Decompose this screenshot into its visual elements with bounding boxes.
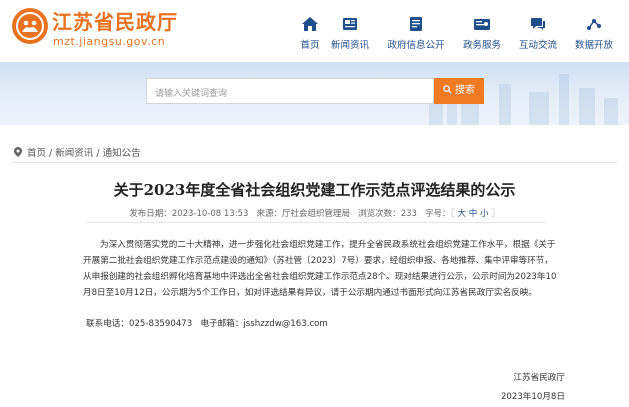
publish-date: 2023-10-08 13:53: [171, 209, 249, 219]
article-body: 为深入贯彻落实党的二十大精神，进一步强化社会组织党建工作，提升全省民政系统社会组…: [83, 237, 560, 301]
view-count: 233: [400, 209, 417, 219]
search-icon: [443, 85, 452, 94]
search-button-label: 搜索: [455, 85, 475, 96]
font-size-label: 字号：: [425, 209, 451, 219]
chat-icon: [529, 16, 547, 32]
info-icon: [407, 16, 425, 32]
article-title: 关于2023年度全省社会组织党建工作示范点评选结果的公示: [113, 181, 516, 199]
site-title[interactable]: 江苏省民政厅: [52, 6, 178, 35]
breadcrumb-separator: /: [49, 148, 53, 159]
contact-phone: 025-83590473: [128, 319, 193, 329]
nav-label: 数据开放: [574, 40, 613, 51]
nav-item-service[interactable]: 政务服务: [454, 16, 510, 51]
signature-org: 江苏省民政厅: [513, 373, 565, 383]
data-icon: [585, 16, 603, 32]
views-label: 浏览次数：: [358, 209, 401, 219]
signature-date: 2023年10月8日: [500, 392, 565, 402]
font-bracket-open: 〖: [450, 209, 455, 219]
nav-label: 首页: [300, 40, 320, 51]
nav-item-news[interactable]: 新闻资讯: [322, 16, 378, 51]
home-icon: [301, 16, 319, 32]
article-paragraph: 为深入贯彻落实党的二十大精神，进一步强化社会组织党建工作，提升全省民政系统社会组…: [83, 240, 557, 298]
article-source: 厅社会组织管理局: [282, 209, 351, 219]
divider: [12, 162, 617, 163]
breadcrumb-home[interactable]: 首页: [27, 148, 46, 159]
source-label: 来源：: [256, 209, 283, 219]
news-icon: [341, 16, 359, 32]
breadcrumb-separator: /: [96, 148, 100, 159]
font-size-large[interactable]: 大: [458, 209, 467, 219]
font-bracket-close: 〗: [491, 209, 500, 219]
nav-label: 互动交流: [518, 40, 557, 51]
nav-label: 政务服务: [462, 40, 501, 51]
search-input[interactable]: 请输入关键词查询: [146, 78, 434, 104]
nav-label: 政府信息公开: [387, 40, 445, 51]
site-domain: mzt.jiangsu.gov.cn: [53, 35, 166, 48]
email-label: 电子邮箱：: [200, 319, 244, 329]
nav-item-info[interactable]: 政府信息公开: [386, 16, 446, 51]
breadcrumb-news[interactable]: 新闻资讯: [55, 148, 93, 159]
site-header: 江苏省民政厅 mzt.jiangsu.gov.cn 首页 新闻资讯 政府信息公开…: [0, 0, 629, 62]
breadcrumb-notice[interactable]: 通知公告: [103, 148, 141, 159]
nav-item-chat[interactable]: 互动交流: [510, 16, 566, 51]
location-pin-icon: [14, 147, 22, 157]
search-banner: 请输入关键词查询 搜索: [0, 62, 629, 125]
nav-label: 新闻资讯: [330, 40, 369, 51]
main-nav: 首页 新闻资讯 政府信息公开 政务服务 互动交流 数据开放: [282, 16, 627, 56]
breadcrumb: 首页 / 新闻资讯 / 通知公告: [14, 145, 141, 159]
font-size-medium[interactable]: 中: [469, 209, 478, 219]
font-size-small[interactable]: 小: [480, 209, 489, 219]
contact-email: jsshzzdw@163.com: [243, 319, 328, 329]
phone-label: 联系电话：: [86, 319, 129, 329]
nav-item-data[interactable]: 数据开放: [566, 16, 622, 51]
search-button[interactable]: 搜索: [434, 78, 484, 104]
meta-divider: [86, 222, 546, 223]
contact-info: 联系电话：025-83590473 电子邮箱：jsshzzdw@163.com: [86, 317, 328, 329]
date-label: 发布日期：: [129, 209, 172, 219]
logo-icon[interactable]: [12, 8, 48, 44]
article-meta: 发布日期：2023-10-08 13:53 来源：厅社会组织管理局 浏览次数：2…: [0, 207, 629, 219]
service-icon: [473, 16, 491, 32]
